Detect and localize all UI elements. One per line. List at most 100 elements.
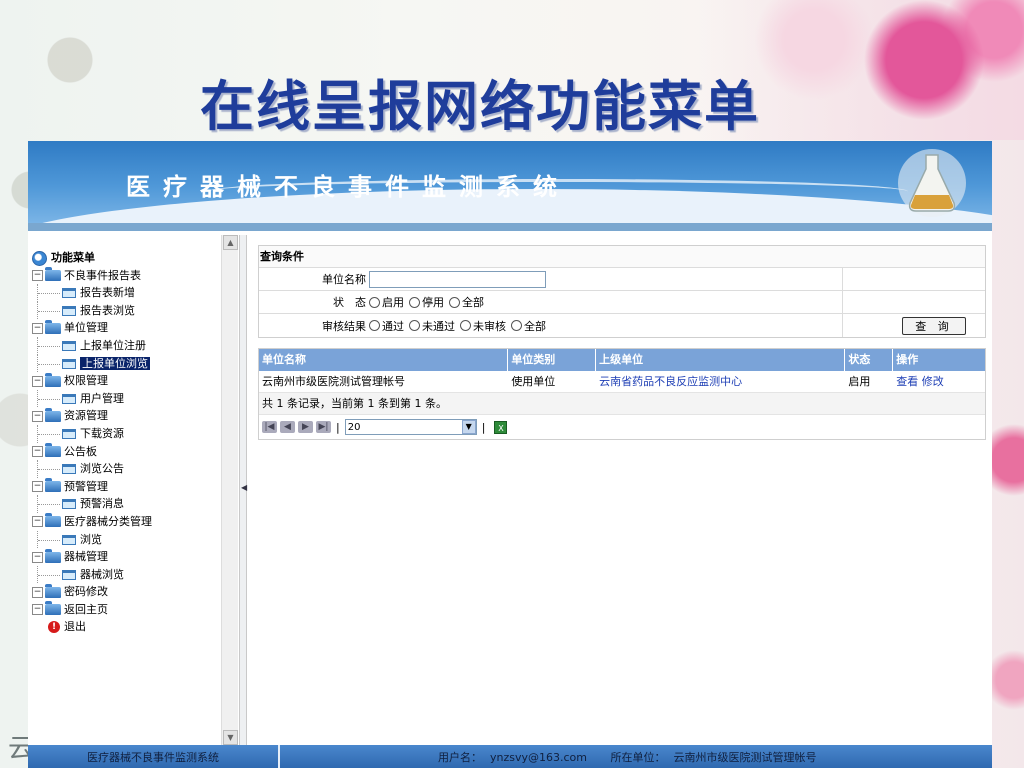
menu-item-label: 权限管理 bbox=[64, 374, 108, 388]
menu-item-label: 用户管理 bbox=[80, 391, 124, 405]
footer-unit-value: 云南州市级医院测试管理帐号 bbox=[673, 750, 817, 764]
cell-category: 使用单位 bbox=[511, 375, 556, 388]
menu-item[interactable]: 上报单位浏览 bbox=[32, 354, 220, 373]
collapse-toggle-icon[interactable]: − bbox=[32, 481, 43, 493]
scroll-up-icon[interactable]: ▲ bbox=[223, 235, 238, 250]
status-radio[interactable]: 停用 bbox=[409, 294, 444, 310]
menu-item-label: 预警消息 bbox=[80, 497, 124, 511]
scroll-down-icon[interactable]: ▼ bbox=[223, 730, 238, 745]
radio-circle-icon bbox=[409, 320, 420, 331]
status-radio-label: 启用 bbox=[382, 296, 404, 309]
menu-item[interactable]: 上报单位注册 bbox=[32, 336, 220, 355]
collapse-toggle-icon[interactable]: − bbox=[32, 551, 43, 563]
menu-item[interactable]: − 预警管理 bbox=[32, 478, 220, 496]
page-icon bbox=[62, 428, 76, 439]
menu-item[interactable]: 用户管理 bbox=[32, 389, 220, 408]
menu-item[interactable]: 报告表浏览 bbox=[32, 301, 220, 320]
query-row-review: 审核结果 通过 未通过 未审核 全部 查 询 bbox=[259, 314, 985, 337]
collapse-toggle-icon[interactable]: − bbox=[32, 322, 43, 334]
menu-item[interactable]: − 密码修改 bbox=[32, 583, 220, 601]
review-radio[interactable]: 未通过 bbox=[409, 318, 455, 334]
slide-title: 在线呈报网络功能菜单 bbox=[200, 75, 760, 138]
page-icon bbox=[62, 358, 76, 369]
menu-item[interactable]: 浏览公告 bbox=[32, 460, 220, 478]
folder-icon bbox=[45, 478, 61, 493]
menu-item-label: 下载资源 bbox=[80, 426, 124, 440]
status-radio[interactable]: 启用 bbox=[369, 294, 404, 310]
menu-item[interactable]: − 权限管理 bbox=[32, 372, 220, 390]
next-page-icon[interactable]: ▶ bbox=[298, 421, 313, 433]
page-icon bbox=[62, 305, 76, 316]
menu-item-label: 资源管理 bbox=[64, 409, 108, 423]
menu-item[interactable]: 报告表新增 bbox=[32, 284, 220, 302]
menu-root[interactable]: 功能菜单 bbox=[32, 249, 220, 267]
col-actions: 操作 bbox=[896, 353, 919, 366]
collapse-toggle-icon[interactable]: − bbox=[32, 586, 43, 598]
review-radio[interactable]: 未审核 bbox=[460, 318, 506, 334]
search-button[interactable]: 查 询 bbox=[902, 316, 966, 335]
menu-item-label: 医疗器械分类管理 bbox=[64, 514, 152, 528]
menu-item[interactable]: 器械浏览 bbox=[32, 565, 220, 584]
menu-scrollbar[interactable]: ▲ ▼ bbox=[221, 235, 238, 745]
menu-item[interactable]: 预警消息 bbox=[32, 495, 220, 513]
col-status[interactable]: 状态 bbox=[845, 349, 894, 371]
menu-item[interactable]: − 器械管理 bbox=[32, 548, 220, 566]
menu-item-exit[interactable]: ! 退出 bbox=[32, 618, 220, 636]
menu-item-label: 不良事件报告表 bbox=[64, 268, 141, 282]
last-page-icon[interactable]: ▶| bbox=[316, 421, 331, 433]
menu-item[interactable]: − 单位管理 bbox=[32, 319, 220, 337]
view-link[interactable]: 查看 bbox=[896, 375, 918, 388]
collapse-toggle-icon[interactable]: − bbox=[32, 270, 43, 282]
menu-item[interactable]: − 不良事件报告表 bbox=[32, 267, 220, 285]
review-radio-label: 全部 bbox=[524, 319, 546, 333]
page-size-value: 20 bbox=[347, 421, 361, 433]
chevron-down-icon: ▼ bbox=[461, 420, 476, 434]
collapse-arrow-icon[interactable]: ◀ bbox=[241, 483, 247, 492]
status-radio-label: 停用 bbox=[422, 296, 444, 309]
page-size-select[interactable]: 20 ▼ bbox=[344, 419, 477, 435]
function-menu-tree: 功能菜单 − 不良事件报告表报告表新增 报告表浏览 − 单位管理 上报单位注册上报单位浏览… bbox=[32, 249, 220, 636]
status-radio[interactable]: 全部 bbox=[449, 294, 484, 310]
page-icon bbox=[62, 569, 76, 580]
query-row-unit-name: 单位名称 bbox=[259, 268, 985, 291]
prev-page-icon[interactable]: ◀ bbox=[280, 421, 295, 433]
cell-parent-unit-link[interactable]: 云南省药品不良反应监测中心 bbox=[596, 371, 845, 392]
radio-circle-icon bbox=[369, 320, 380, 331]
unit-name-input[interactable] bbox=[369, 270, 546, 288]
edit-link[interactable]: 修改 bbox=[922, 375, 944, 388]
menu-item-label: 器械浏览 bbox=[80, 567, 124, 581]
footer-system-name: 医疗器械不良事件监测系统 bbox=[87, 750, 219, 764]
review-radio[interactable]: 通过 bbox=[369, 318, 404, 334]
collapse-toggle-icon[interactable]: − bbox=[32, 446, 43, 458]
review-radio[interactable]: 全部 bbox=[511, 318, 546, 334]
col-unit-category[interactable]: 单位类别 bbox=[508, 349, 597, 371]
menu-item[interactable]: 下载资源 bbox=[32, 424, 220, 443]
cell-unit-name: 云南州市级医院测试管理帐号 bbox=[262, 375, 405, 388]
collapse-toggle-icon[interactable]: − bbox=[32, 516, 43, 528]
query-empty-cell bbox=[842, 268, 985, 290]
first-page-icon[interactable]: |◀ bbox=[262, 421, 277, 433]
menu-item[interactable]: − 返回主页 bbox=[32, 601, 220, 619]
folder-icon bbox=[45, 513, 61, 528]
col-unit-name[interactable]: 单位名称 bbox=[259, 349, 509, 371]
menu-item[interactable]: − 医疗器械分类管理 bbox=[32, 513, 220, 531]
collapse-toggle-icon[interactable]: − bbox=[32, 410, 43, 422]
query-title: 查询条件 bbox=[259, 246, 985, 268]
query-panel: 查询条件 单位名称 状 态 启用 停用 全部 审核结果 通过 未通过 未审核 全部 查 询 bbox=[258, 245, 986, 338]
col-parent-unit[interactable]: 上级单位 bbox=[596, 349, 846, 371]
page-icon bbox=[62, 534, 76, 545]
page-icon bbox=[62, 340, 76, 351]
export-excel-icon[interactable]: X bbox=[494, 420, 508, 434]
pager: |◀ ◀ ▶ ▶| | 20 ▼ | X bbox=[259, 415, 985, 439]
menu-item[interactable]: − 资源管理 bbox=[32, 407, 220, 425]
collapse-toggle-icon[interactable]: − bbox=[32, 604, 43, 616]
radio-circle-icon bbox=[409, 296, 420, 308]
review-label: 审核结果 bbox=[322, 319, 366, 333]
menu-item-label: 报告表浏览 bbox=[80, 303, 135, 317]
unit-name-label: 单位名称 bbox=[322, 273, 366, 286]
collapse-toggle-icon[interactable]: − bbox=[32, 375, 43, 387]
review-radio-label: 通过 bbox=[382, 319, 404, 333]
menu-item[interactable]: − 公告板 bbox=[32, 443, 220, 461]
menu-item-label: 上报单位注册 bbox=[80, 338, 146, 352]
menu-item[interactable]: 浏览 bbox=[32, 530, 220, 549]
